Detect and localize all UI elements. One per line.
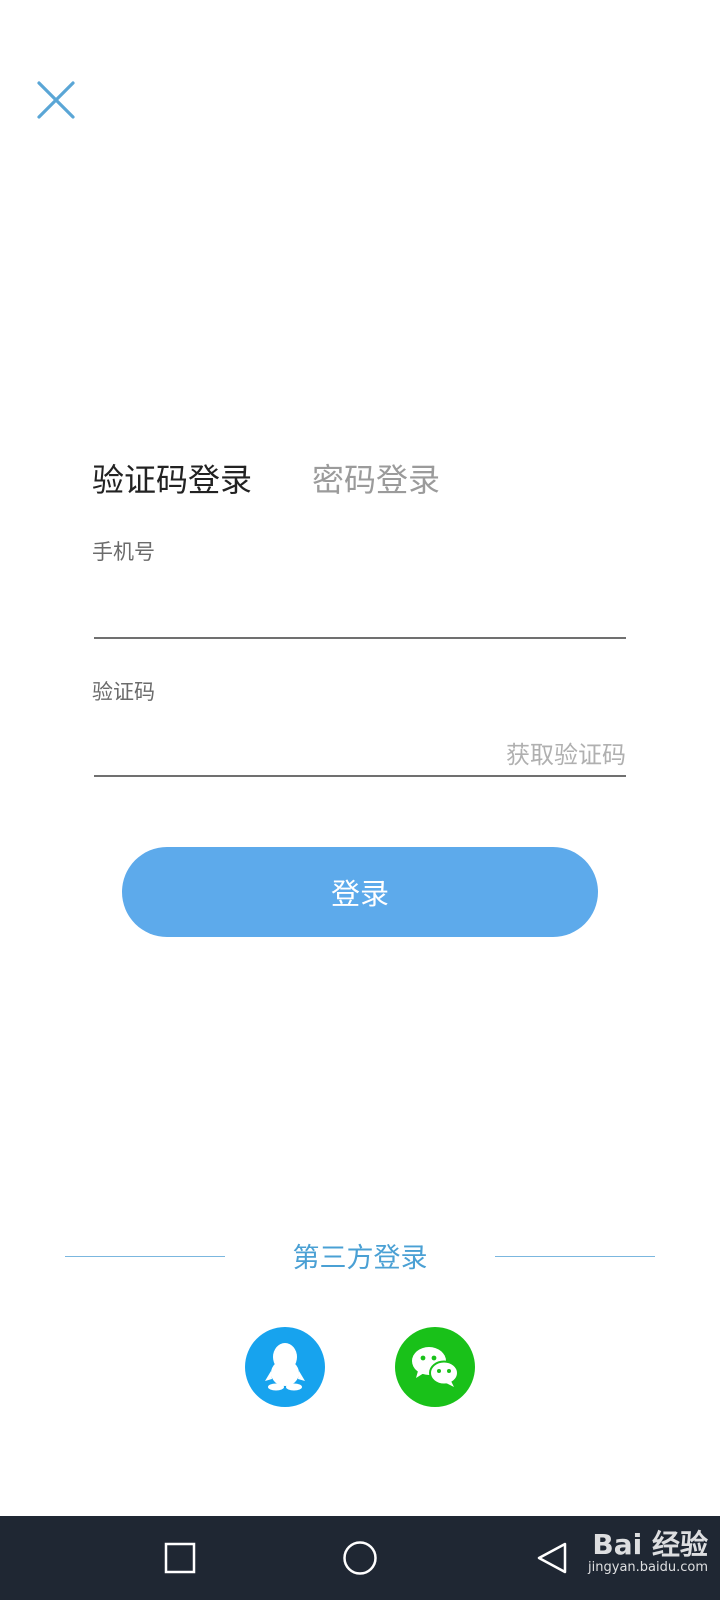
close-button[interactable] bbox=[34, 78, 78, 122]
triangle-back-icon bbox=[537, 1542, 567, 1574]
phone-underline bbox=[94, 637, 626, 639]
phone-label: 手机号 bbox=[92, 540, 155, 564]
login-mode-tabs: 验证码登录 密码登录 bbox=[92, 456, 440, 504]
watermark-url: jingyan.baidu.com bbox=[588, 1560, 708, 1575]
recents-button[interactable] bbox=[158, 1536, 202, 1580]
divider-right bbox=[495, 1256, 655, 1257]
wechat-login-button[interactable] bbox=[395, 1327, 475, 1407]
tab-sms-code-login[interactable]: 验证码登录 bbox=[92, 456, 252, 504]
qq-login-button[interactable] bbox=[245, 1327, 325, 1407]
code-input[interactable] bbox=[94, 722, 438, 774]
watermark-brand: Bai 经验 bbox=[592, 1528, 708, 1561]
square-icon bbox=[164, 1542, 196, 1574]
close-icon bbox=[37, 81, 75, 119]
phone-input[interactable] bbox=[94, 582, 498, 634]
tab-password-login[interactable]: 密码登录 bbox=[312, 456, 440, 504]
circle-icon bbox=[343, 1541, 377, 1575]
wechat-icon bbox=[412, 1347, 459, 1387]
code-label: 验证码 bbox=[92, 680, 155, 704]
qq-penguin-icon bbox=[265, 1343, 305, 1391]
home-button[interactable] bbox=[338, 1536, 382, 1580]
code-underline bbox=[94, 775, 626, 777]
back-button[interactable] bbox=[530, 1536, 574, 1580]
baidu-watermark: Bai 经验 jingyan.baidu.com bbox=[588, 1530, 708, 1576]
get-code-button[interactable]: 获取验证码 bbox=[506, 735, 626, 770]
login-button[interactable]: 登录 bbox=[122, 847, 598, 937]
